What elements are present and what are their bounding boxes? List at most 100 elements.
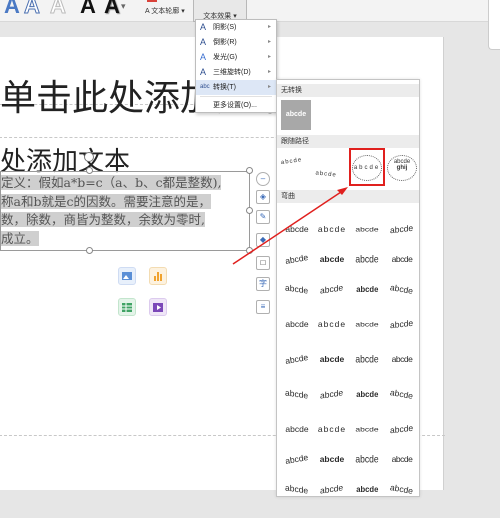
warp-option[interactable]: abcde (280, 447, 314, 471)
warp-sample-label: abcde (284, 452, 310, 466)
layers-icon[interactable]: ◈ (256, 190, 270, 204)
warp-option[interactable]: abcde (315, 477, 349, 501)
text-style-a-5[interactable]: A (104, 0, 120, 19)
text-style-icon[interactable]: 字 (256, 277, 270, 291)
transform-icon: abc (200, 84, 210, 90)
text-style-a-1[interactable]: A (4, 0, 20, 19)
submenu-arrow-icon: ▸ (267, 39, 271, 45)
warp-sample-label: abcde (390, 222, 414, 236)
submenu-arrow-icon: ▸ (267, 84, 271, 90)
text-format-icon[interactable]: ≡ (256, 300, 270, 314)
warp-option[interactable]: abcde (350, 217, 384, 241)
menu-item-more-settings[interactable]: 更多设置(O)... (196, 98, 276, 113)
fill-icon[interactable]: ◆ (256, 233, 270, 247)
warp-option[interactable]: abcde (385, 247, 419, 271)
resize-handle[interactable] (86, 247, 93, 254)
warp-option[interactable]: abcde (280, 247, 314, 271)
insert-chart-icon[interactable] (149, 267, 167, 285)
warp-option[interactable]: abcde (350, 312, 384, 336)
text-style-a-2[interactable]: A (24, 0, 41, 19)
warp-option[interactable]: abcde (385, 217, 419, 241)
menu-item-3d-rotate[interactable]: A 三维旋转(D) ▸ (196, 65, 276, 80)
warp-option[interactable]: abcde (350, 347, 384, 371)
warp-option[interactable]: abcde (315, 347, 349, 371)
warp-option[interactable]: abcde (280, 347, 314, 371)
warp-sample-label: abcde (389, 282, 415, 296)
warp-option[interactable]: abcde (385, 347, 419, 371)
warp-sample-label: abcde (317, 424, 347, 434)
warp-option[interactable]: abcde (385, 477, 419, 501)
warp-option[interactable]: abcde (315, 247, 349, 271)
warp-option[interactable]: abcde (385, 417, 419, 441)
warp-option[interactable]: abcde (385, 277, 419, 301)
warp-sample-label: abcde (355, 353, 379, 365)
text-box-selected[interactable]: 定义：假如a*b=c（a、b、c都是整数), 称a和b就是c的因数。需要注意的是… (0, 171, 250, 251)
warp-option[interactable]: abcde (315, 277, 349, 301)
warp-option[interactable]: abcde (315, 312, 349, 336)
warp-sample-label: abcde (285, 424, 309, 434)
outline-box-icon[interactable]: □ (256, 256, 270, 270)
warp-option[interactable]: abcde (385, 447, 419, 471)
menu-item-reflection[interactable]: A 倒影(R) ▸ (196, 35, 276, 50)
resize-handle[interactable] (246, 207, 253, 214)
warp-option[interactable]: abcde (350, 382, 384, 406)
warp-sample-label: abcde (319, 454, 345, 464)
collapse-icon[interactable]: – (256, 172, 270, 186)
warp-sample-label: abcde (390, 422, 414, 436)
warp-option[interactable]: abcde (280, 312, 314, 336)
warp-sample-label: abcde (317, 319, 347, 329)
shadow-icon: A (200, 22, 207, 32)
glow-icon: A (200, 52, 207, 62)
warp-sample-label: abcde (317, 224, 347, 234)
warp-option[interactable]: abcde (350, 447, 384, 471)
warp-option[interactable]: abcde (280, 477, 314, 501)
warp-option[interactable]: abcde (315, 217, 349, 241)
text-outline-button[interactable]: A 文本轮廓 ▾ (145, 6, 185, 16)
warp-option[interactable]: abcde (350, 277, 384, 301)
menu-item-transform[interactable]: abc 转换(T) ▸ (196, 80, 276, 95)
warp-sample-label: abcde (285, 387, 309, 401)
warp-option[interactable]: abcde (315, 447, 349, 471)
warp-sample-label: abcde (284, 352, 310, 366)
pen-icon[interactable]: ✎ (256, 210, 270, 224)
resize-handle[interactable] (246, 167, 253, 174)
warp-option[interactable]: abcde (350, 477, 384, 501)
text-style-a-4[interactable]: A (80, 0, 96, 19)
warp-option[interactable]: abcde (350, 417, 384, 441)
resize-handle[interactable] (86, 167, 93, 174)
insert-table-icon[interactable] (118, 298, 136, 316)
text-paragraph[interactable]: 定义：假如a*b=c（a、b、c都是整数), 称a和b就是c的因数。需要注意的是… (1, 174, 251, 248)
menu-item-glow[interactable]: A 发光(G) ▸ (196, 50, 276, 65)
insert-picture-icon[interactable] (118, 267, 136, 285)
warp-sample-label: abcde (355, 225, 379, 233)
chevron-down-icon: ▾ (181, 8, 185, 15)
path-arch-up-option[interactable]: abcde (280, 152, 314, 186)
insert-video-icon[interactable] (149, 298, 167, 316)
path-arch-down-option[interactable]: abcde (314, 152, 348, 186)
rotate-handle[interactable] (84, 152, 94, 162)
warp-option[interactable]: abcde (385, 312, 419, 336)
warp-sample-label: abcde (355, 284, 379, 294)
text-style-a-3[interactable]: A (50, 0, 67, 19)
paragraph-line: 数，除数，商皆为整数，余数为零时, (1, 212, 205, 227)
warp-sample-label: abcde (285, 282, 309, 296)
chevron-down-icon[interactable]: ▾ (121, 1, 126, 12)
resize-handle[interactable] (246, 247, 253, 254)
warp-sample-label: abcde (284, 252, 310, 266)
warp-sample-label: abcde (285, 319, 309, 329)
warp-option[interactable]: abcde (280, 382, 314, 406)
no-transform-option[interactable]: abcde (281, 100, 311, 130)
text-fill-color-bar[interactable] (147, 0, 157, 2)
section-no-transform: 无转换 (277, 84, 419, 97)
warp-sample-label: abcde (389, 482, 415, 496)
right-side-tab (488, 0, 500, 50)
path-button-option[interactable]: abcde ghij (385, 151, 419, 185)
warp-option[interactable]: abcde (315, 382, 349, 406)
warp-option[interactable]: abcde (280, 417, 314, 441)
warp-option[interactable]: abcde (280, 217, 314, 241)
warp-option[interactable]: abcde (350, 247, 384, 271)
menu-item-shadow[interactable]: A 阴影(S) ▸ (196, 20, 276, 35)
warp-option[interactable]: abcde (280, 277, 314, 301)
warp-option[interactable]: abcde (385, 382, 419, 406)
warp-option[interactable]: abcde (315, 417, 349, 441)
